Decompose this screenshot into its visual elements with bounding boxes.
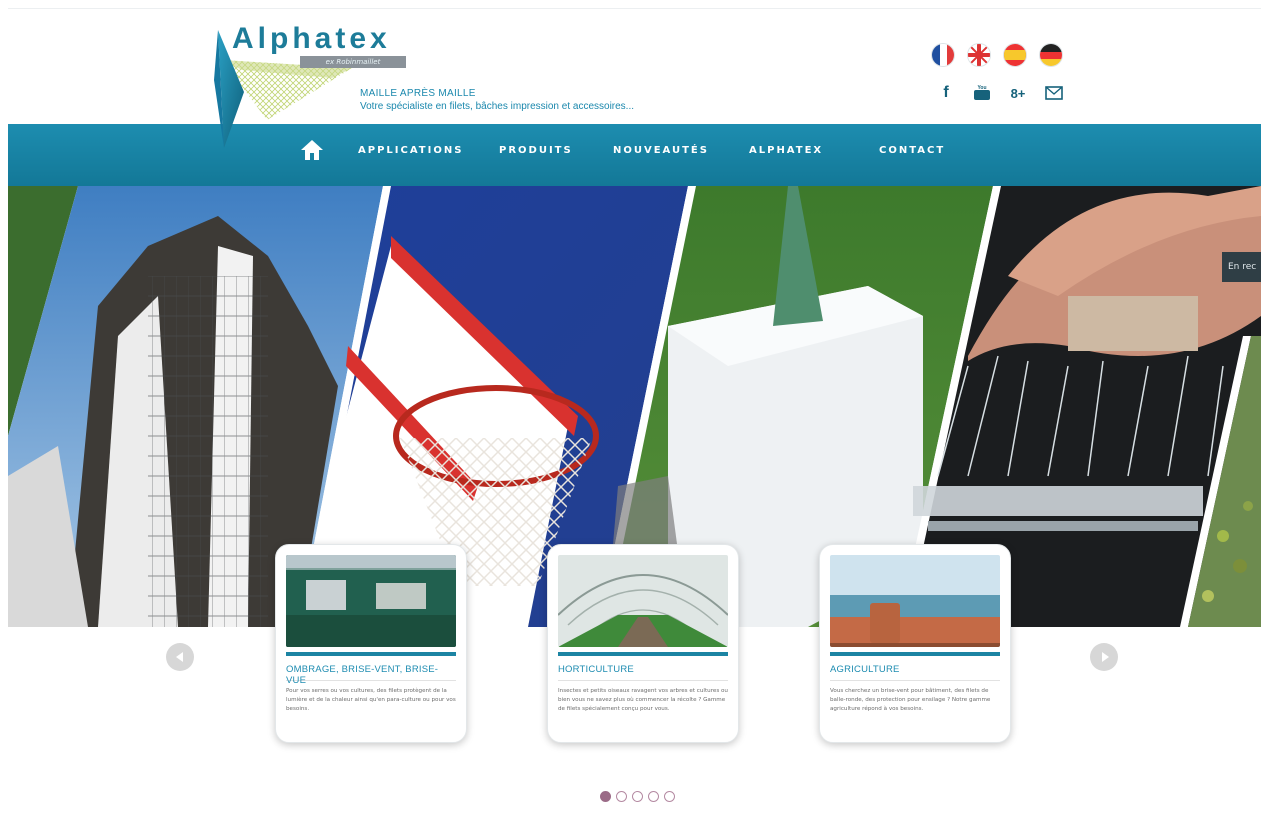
card-horticulture-accent-bar — [558, 652, 728, 656]
nav-alphatex[interactable]: ALPHATEX — [749, 145, 823, 156]
logo[interactable]: Alphatex ex Robinmaillet Maille après ma… — [212, 20, 692, 155]
carousel-prev-arrow-icon[interactable] — [166, 643, 194, 671]
card-agriculture-title[interactable]: Agriculture — [830, 664, 1000, 678]
card-agriculture-description: Vous cherchez un brise-vent pour bâtimen… — [830, 688, 991, 712]
card-agriculture-image — [830, 555, 1000, 647]
top-divider — [8, 8, 1261, 9]
carousel-next-arrow-icon[interactable] — [1090, 643, 1118, 671]
card-ombrage-accent-bar — [286, 652, 456, 656]
tagline-heading: Maille après maille — [360, 88, 476, 99]
german-flag-icon[interactable] — [1040, 44, 1062, 66]
spanish-flag-icon[interactable] — [1004, 44, 1026, 66]
side-badge[interactable]: En rec — [1222, 252, 1261, 282]
french-flag-icon[interactable] — [932, 44, 954, 66]
email-icon[interactable] — [1044, 83, 1064, 103]
googleplus-icon[interactable]: 8+ — [1008, 83, 1028, 103]
card-horticulture[interactable]: Horticulture Insectes et petits oiseaux … — [547, 544, 739, 743]
card-agriculture-accent-bar — [830, 652, 1000, 656]
card-horticulture-divider — [558, 680, 728, 681]
language-switcher — [932, 44, 1062, 66]
card-agriculture[interactable]: Agriculture Vous cherchez un brise-vent … — [819, 544, 1011, 743]
card-horticulture-image — [558, 555, 728, 647]
card-ombrage-description: Pour vos serres ou vos cultures, des fil… — [286, 688, 456, 712]
pagination-dot-4[interactable] — [648, 791, 659, 802]
tagline: Maille après maille Votre spécialiste en… — [360, 87, 634, 113]
pagination-dot-5[interactable] — [664, 791, 675, 802]
pagination-dot-3[interactable] — [632, 791, 643, 802]
card-horticulture-title[interactable]: Horticulture — [558, 664, 728, 678]
page: Alphatex ex Robinmaillet Maille après ma… — [0, 0, 1261, 830]
social-links: f You 8+ — [936, 83, 1064, 103]
header: Alphatex ex Robinmaillet Maille après ma… — [0, 0, 1261, 148]
card-ombrage-divider — [286, 680, 456, 681]
card-agriculture-divider — [830, 680, 1000, 681]
logo-wordmark: Alphatex — [232, 22, 391, 55]
card-ombrage-title[interactable]: Ombrage, brise-vent, brise-vue — [286, 664, 456, 686]
english-flag-icon[interactable] — [968, 44, 990, 66]
card-ombrage[interactable]: Ombrage, brise-vent, brise-vue Pour vos … — [275, 544, 467, 743]
slider-pagination — [600, 791, 675, 802]
youtube-icon[interactable]: You — [972, 83, 992, 103]
card-ombrage-image — [286, 555, 456, 647]
pagination-dot-1[interactable] — [600, 791, 611, 802]
pagination-dot-2[interactable] — [616, 791, 627, 802]
svg-text:You: You — [977, 85, 986, 91]
tagline-text: Votre spécialiste en filets, bâches impr… — [360, 101, 635, 112]
card-horticulture-description: Insectes et petits oiseaux ravagent vos … — [558, 688, 728, 712]
facebook-icon[interactable]: f — [936, 83, 956, 103]
logo-subtitle: ex Robinmaillet — [300, 56, 406, 68]
nav-contact[interactable]: CONTACT — [879, 145, 945, 156]
